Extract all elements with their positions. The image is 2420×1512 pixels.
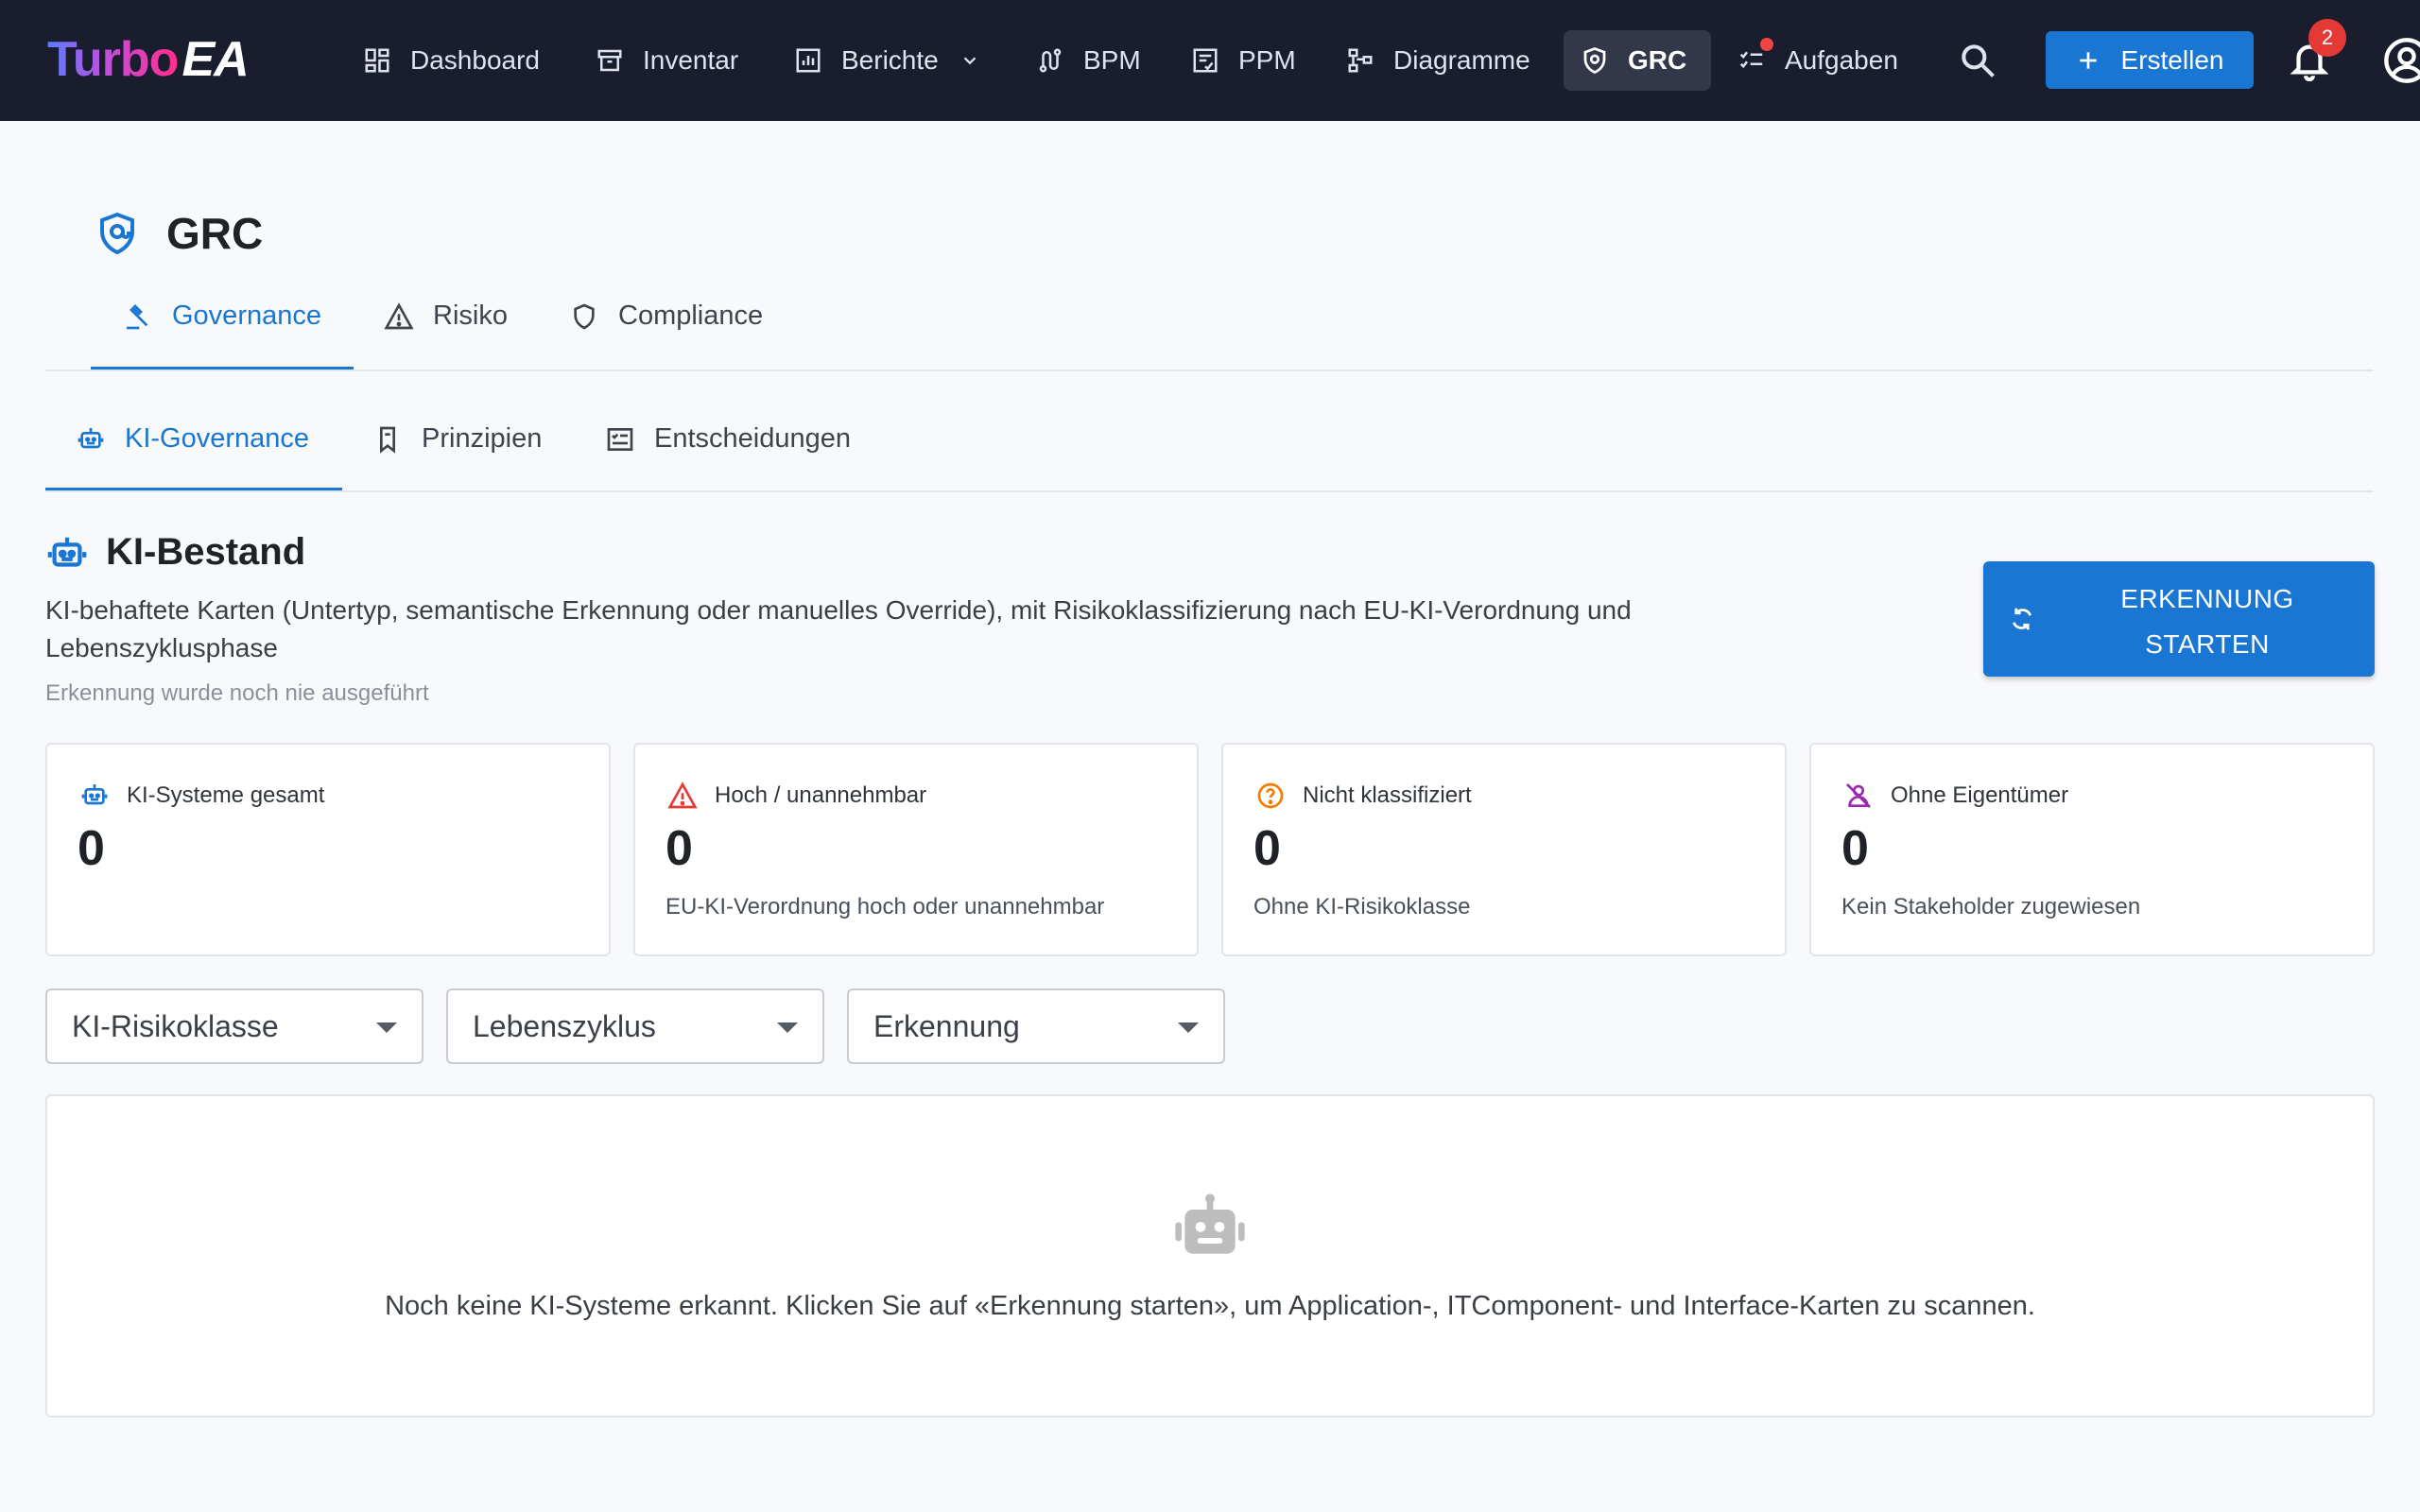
grc-shield-icon bbox=[100, 212, 134, 255]
tab-governance-label: Governance bbox=[172, 301, 321, 331]
nav-aufgaben[interactable]: Aufgaben bbox=[1720, 30, 1915, 91]
robot-icon bbox=[81, 784, 108, 805]
stat-value: 0 bbox=[1841, 821, 1869, 876]
warning-icon bbox=[384, 301, 414, 329]
app-logo[interactable]: Turbo EA bbox=[47, 28, 250, 91]
help-circle-icon bbox=[1257, 782, 1284, 809]
subtab-prinzipien[interactable]: Prinzipien bbox=[372, 423, 542, 455]
stat-value: 0 bbox=[78, 821, 105, 876]
stat-title: KI-Systeme gesamt bbox=[127, 782, 325, 808]
nav-berichte[interactable]: Berichte bbox=[777, 30, 997, 91]
project-icon bbox=[1193, 48, 1218, 73]
robot-icon bbox=[1175, 1194, 1245, 1254]
diagram-icon bbox=[1348, 48, 1373, 73]
nav-aufgaben-label: Aufgaben bbox=[1785, 45, 1898, 75]
nav-bpm-label: BPM bbox=[1083, 45, 1141, 75]
top-navigation-bar: Turbo EA Dashboard Inventar Berichte BPM… bbox=[0, 0, 2420, 121]
start-detection-line2: STARTEN bbox=[2145, 629, 2270, 659]
nav-grc[interactable]: GRC bbox=[1564, 30, 1711, 91]
stat-card-total: KI-Systeme gesamt 0 bbox=[45, 743, 611, 956]
filter-erkennung-label: Erkennung bbox=[873, 1008, 1020, 1043]
archive-icon bbox=[597, 49, 622, 72]
warning-icon bbox=[667, 782, 698, 809]
stat-card-high-risk: Hoch / unannehmbar 0 EU-KI-Verordnung ho… bbox=[633, 743, 1199, 956]
nav-bpm[interactable]: BPM bbox=[1019, 30, 1158, 91]
nav-diagramme[interactable]: Diagramme bbox=[1329, 30, 1547, 91]
create-button[interactable]: Erstellen bbox=[2046, 31, 2254, 89]
tab-risiko-label: Risiko bbox=[433, 301, 508, 331]
dashboard-icon bbox=[365, 48, 389, 73]
stat-value: 0 bbox=[666, 821, 693, 876]
nav-inventar-label: Inventar bbox=[643, 45, 739, 75]
start-detection-button[interactable]: ERKENNUNG STARTEN bbox=[1983, 561, 2375, 677]
dropdown-arrow-icon bbox=[777, 1022, 798, 1033]
robot-icon bbox=[47, 537, 87, 567]
stat-card-unclassified: Nicht klassifiziert 0 Ohne KI-Risikoklas… bbox=[1221, 743, 1787, 956]
refresh-icon bbox=[2012, 608, 2032, 630]
start-detection-label: ERKENNUNG STARTEN bbox=[2049, 576, 2365, 667]
decision-list-icon bbox=[607, 427, 633, 451]
stat-title: Hoch / unannehmbar bbox=[715, 782, 927, 808]
stat-subtitle: Ohne KI-Risikoklasse bbox=[1253, 894, 1471, 919]
subtab-prinzipien-label: Prinzipien bbox=[422, 423, 543, 454]
tab-compliance[interactable]: Compliance bbox=[569, 301, 763, 332]
shield-outline-icon bbox=[574, 303, 595, 329]
nav-dashboard[interactable]: Dashboard bbox=[346, 30, 557, 91]
filter-lebenszyklus-label: Lebenszyklus bbox=[473, 1008, 656, 1043]
subtab-ki-governance-label: KI-Governance bbox=[125, 423, 310, 454]
logo-text-turbo: Turbo bbox=[47, 32, 179, 87]
section-title: KI-Bestand bbox=[106, 531, 306, 573]
empty-state-panel: Noch keine KI-Systeme erkannt. Klicken S… bbox=[45, 1094, 2375, 1418]
stat-title: Ohne Eigentümer bbox=[1891, 782, 2069, 808]
person-off-icon bbox=[1846, 783, 1871, 808]
robot-icon bbox=[78, 427, 104, 448]
stat-value: 0 bbox=[1253, 821, 1281, 876]
subtab-entscheidungen[interactable]: Entscheidungen bbox=[605, 423, 851, 455]
tab-risiko[interactable]: Risiko bbox=[384, 301, 508, 332]
plus-icon bbox=[2079, 51, 2097, 69]
nav-inventar[interactable]: Inventar bbox=[579, 30, 755, 91]
filter-ki-risikoklasse[interactable]: KI-Risikoklasse bbox=[45, 988, 424, 1064]
nav-ppm-label: PPM bbox=[1238, 45, 1296, 75]
process-icon bbox=[1039, 48, 1062, 73]
filter-ki-risikoklasse-label: KI-Risikoklasse bbox=[72, 1008, 279, 1043]
unread-dot bbox=[1760, 38, 1773, 51]
tab-governance[interactable]: Governance bbox=[123, 301, 321, 332]
tab-compliance-label: Compliance bbox=[618, 301, 764, 331]
stat-subtitle: EU-KI-Verordnung hoch oder unannehmbar bbox=[666, 894, 1105, 919]
logo-text-ea: EA bbox=[182, 32, 249, 87]
nav-ppm[interactable]: PPM bbox=[1174, 30, 1313, 91]
tabs-divider bbox=[45, 369, 2373, 371]
chevron-down-icon bbox=[963, 57, 977, 65]
filter-erkennung[interactable]: Erkennung bbox=[847, 988, 1225, 1064]
subtab-ki-governance[interactable]: KI-Governance bbox=[76, 423, 309, 455]
stat-title: Nicht klassifiziert bbox=[1303, 782, 1472, 808]
account-icon[interactable] bbox=[2382, 36, 2420, 85]
page-title: GRC bbox=[166, 209, 264, 258]
subtab-entscheidungen-label: Entscheidungen bbox=[654, 423, 851, 454]
checklist-icon bbox=[1739, 51, 1763, 69]
bookmark-icon bbox=[380, 426, 395, 454]
subtabs-divider bbox=[45, 490, 2373, 492]
dropdown-arrow-icon bbox=[376, 1022, 397, 1033]
filter-lebenszyklus[interactable]: Lebenszyklus bbox=[446, 988, 824, 1064]
create-button-label: Erstellen bbox=[2120, 44, 2224, 75]
dropdown-arrow-icon bbox=[1178, 1022, 1199, 1033]
section-description: KI-behaftete Karten (Untertyp, semantisc… bbox=[45, 595, 1632, 662]
start-detection-line1: ERKENNUNG bbox=[2120, 584, 2294, 613]
nav-berichte-label: Berichte bbox=[841, 45, 939, 75]
stat-subtitle: Kein Stakeholder zugewiesen bbox=[1841, 894, 2141, 919]
empty-state-message: Noch keine KI-Systeme erkannt. Klicken S… bbox=[385, 1291, 2035, 1321]
nav-diagramme-label: Diagramme bbox=[1393, 45, 1530, 75]
stat-card-no-owner: Ohne Eigentümer 0 Kein Stakeholder zugew… bbox=[1809, 743, 2375, 956]
detection-status-note: Erkennung wurde noch nie ausgeführt bbox=[45, 680, 429, 706]
nav-grc-label: GRC bbox=[1628, 45, 1687, 75]
shield-icon bbox=[1583, 47, 1606, 75]
search-icon[interactable] bbox=[1957, 40, 1998, 81]
notification-badge: 2 bbox=[2308, 19, 2346, 57]
bar-chart-icon bbox=[796, 48, 821, 73]
nav-dashboard-label: Dashboard bbox=[410, 45, 540, 75]
gavel-icon bbox=[127, 303, 148, 329]
